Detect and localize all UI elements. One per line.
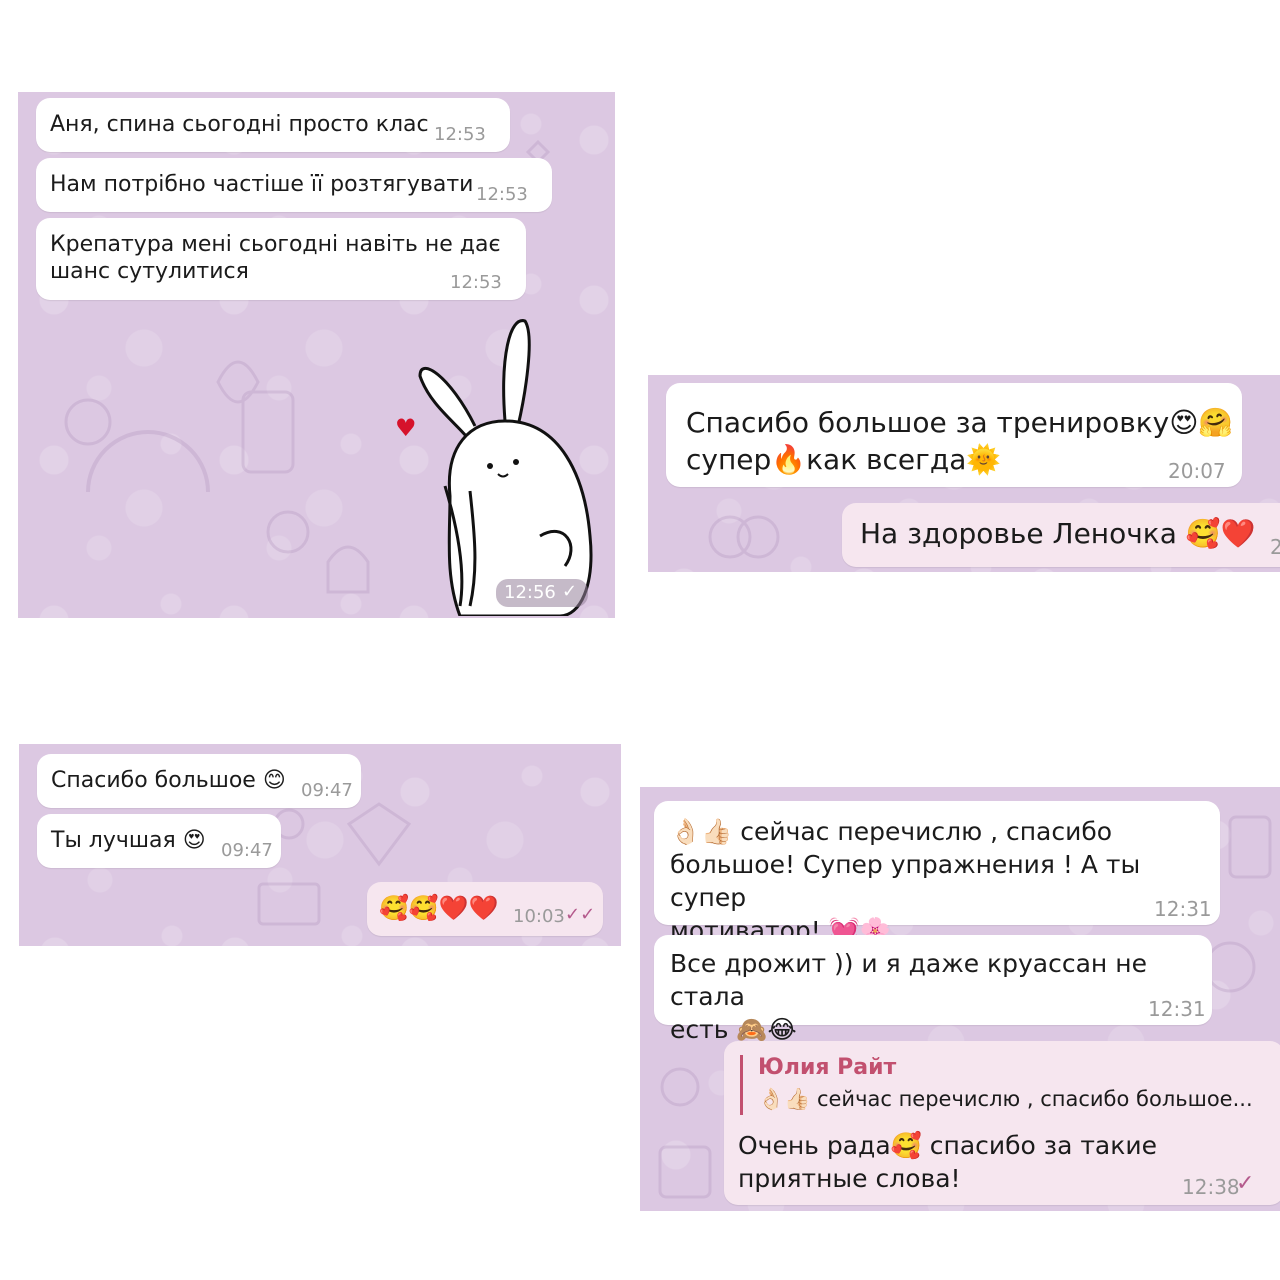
message-text: 🥰🥰❤️❤️ [379,894,499,922]
message-text: Ты лучшая 😍 [51,828,206,853]
reply-quote-text[interactable]: 👌🏻👍🏻 сейчас перечислю , спасибо большое.… [758,1087,1253,1112]
message-time: 12:53 [434,124,486,145]
message-time: 12:31 [1154,897,1212,921]
message-time: 09:47 [221,840,273,861]
message-bubble[interactable]: Спасибо большое 😊 09:47 [37,754,361,808]
message-text: Очень рада🥰 спасибо за такие приятные сл… [738,1131,1157,1193]
check-icon: ✓ [1236,1171,1255,1196]
message-text: Аня, спина сьогодні просто клас [50,112,429,137]
message-bubble[interactable]: Нам потрібно частіше її розтягувати 12:5… [36,158,552,212]
message-bubble[interactable]: Ты лучшая 😍 09:47 [37,814,281,868]
reply-quote-bar [740,1055,743,1115]
message-bubble[interactable]: Спасибо большое за тренировку😍🤗 супер🔥ка… [666,383,1242,487]
chat-panel-4: 👌🏻👍🏻 сейчас перечислю , спасибо большое!… [640,787,1280,1211]
message-text: Спасибо большое за тренировку😍🤗 супер🔥ка… [686,406,1234,476]
reply-author[interactable]: Юлия Райт [758,1055,896,1080]
message-text: На здоровье Леночка 🥰❤️ [860,517,1256,550]
sticker-time-badge: 12:56 ✓ [496,579,588,607]
message-time: 12:31 [1148,997,1206,1021]
message-bubble-outgoing[interactable]: 🥰🥰❤️❤️ 10:03 ✓✓ [367,882,603,936]
message-bubble[interactable]: 👌🏻👍🏻 сейчас перечислю , спасибо большое!… [654,801,1220,945]
message-time: 09:47 [301,780,353,801]
message-time: 20:07 [1168,459,1226,483]
chat-panel-1: Аня, спина сьогодні просто клас 12:53 На… [18,92,615,618]
sticker-time: 12:56 [504,582,556,603]
check-icon: ✓ [562,581,578,602]
message-time: 10:03 [513,906,565,927]
chat-panel-3: Спасибо большое 😊 09:47 Ты лучшая 😍 09:4… [19,744,621,946]
heart-icon: ♥ [395,414,417,442]
message-text: Крепатура мені сьогодні навіть не дає ша… [50,232,501,284]
message-text: Спасибо большое 😊 [51,768,286,793]
reply-message-bubble[interactable]: Юлия Райт 👌🏻👍🏻 сейчас перечислю , спасиб… [724,1041,1280,1205]
message-time: 20 [1270,535,1280,559]
message-text: Все дрожит )) и я даже круассан не стала… [670,949,1147,1044]
chat-panel-2: Спасибо большое за тренировку😍🤗 супер🔥ка… [648,375,1280,572]
message-bubble-outgoing[interactable]: На здоровье Леночка 🥰❤️ 20 [842,503,1280,567]
message-bubble[interactable]: Аня, спина сьогодні просто клас 12:53 [36,98,510,152]
message-time: 12:53 [476,184,528,205]
message-time: 12:53 [450,272,502,293]
message-bubble[interactable]: Крепатура мені сьогодні навіть не дає ша… [36,218,526,300]
bunny-sticker[interactable] [390,316,605,616]
message-text: Нам потрібно частіше її розтягувати [50,172,474,197]
message-time: 12:38 [1182,1175,1240,1199]
message-bubble[interactable]: Все дрожит )) и я даже круассан не стала… [654,935,1212,1044]
double-check-icon: ✓✓ [565,904,596,925]
message-text: 👌🏻👍🏻 сейчас перечислю , спасибо большое!… [670,817,1141,945]
